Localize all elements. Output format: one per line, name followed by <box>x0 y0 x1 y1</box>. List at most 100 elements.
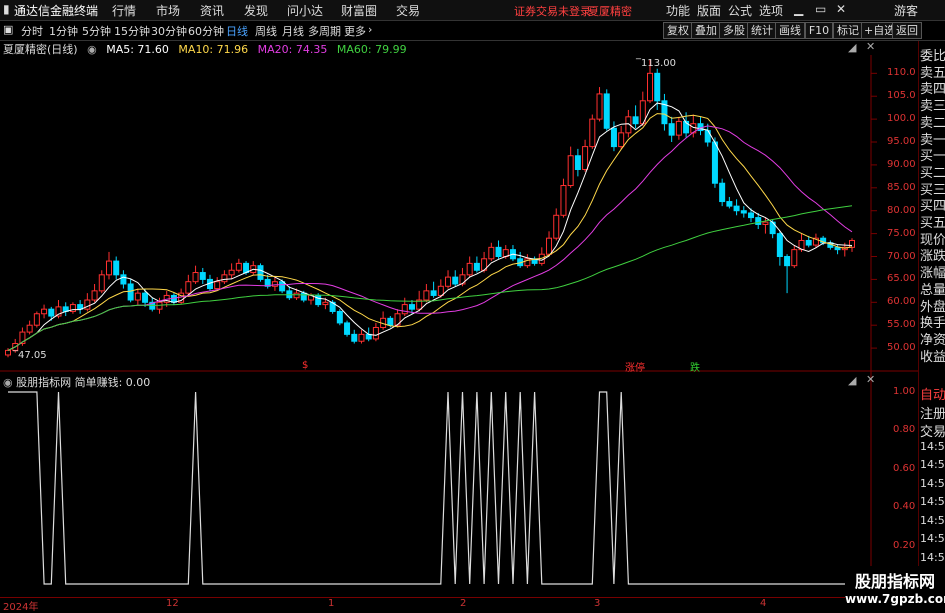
candle-body <box>733 205 740 212</box>
candle-body <box>445 276 452 287</box>
y-tick-8: 70.00 <box>887 250 916 262</box>
candle-body <box>654 72 661 102</box>
candle-body <box>495 246 502 258</box>
candle-body <box>48 308 55 317</box>
sub-collapse-icon[interactable]: ◢ <box>848 374 856 387</box>
x-label-mar: 3 <box>594 598 601 609</box>
candle-body <box>437 285 444 296</box>
y-tick-1: 105.0 <box>887 90 916 102</box>
panel-bottom-0[interactable]: 自动 <box>920 384 945 403</box>
candle-body <box>466 262 473 276</box>
x-label-dec: 12 <box>166 598 179 609</box>
candle-body <box>41 308 48 315</box>
panel-bottom-3: 14:56 <box>920 439 945 453</box>
y-tick-3: 95.00 <box>887 136 916 147</box>
marker-fall: 跌 <box>690 363 700 374</box>
y-tick-7: 75.00 <box>887 227 916 239</box>
y-tick-4: 90.00 <box>887 158 916 170</box>
candle-body <box>610 127 617 148</box>
candle-body <box>98 274 105 292</box>
price-chart[interactable] <box>0 0 918 609</box>
candle-body <box>805 239 812 246</box>
candle-body <box>372 326 379 340</box>
y-tick-6: 80.00 <box>887 204 916 216</box>
candle-body <box>358 333 365 342</box>
candle-body <box>488 246 495 260</box>
watermark-url: www.7gpzb.com <box>845 592 945 606</box>
candle-body <box>589 118 596 148</box>
candle-body <box>336 310 343 324</box>
candle-body <box>33 313 40 326</box>
watermark-title: 股朋指标网 <box>854 572 935 591</box>
panel-bottom-2[interactable]: 交易 <box>920 421 945 440</box>
candle-body <box>791 249 798 267</box>
sub-chart-header: ◉ 股朋指标网 简单赚钱: 0.00 <box>0 374 870 389</box>
signal-line <box>8 391 874 585</box>
candle-body <box>235 262 242 271</box>
quote-side-panel: 委比 卖五 卖四 卖三 卖二 卖一 买一 买二 买三 买四 买五 现价 涨跌 涨幅 总量 外盘 换手 净资 收益 自动… <box>918 41 945 609</box>
candle-body <box>279 281 286 292</box>
sub-close-icon[interactable]: ✕ <box>866 373 875 386</box>
panel-bottom-1[interactable]: 注册 <box>920 403 945 422</box>
candle-body <box>127 283 134 301</box>
candle-body <box>748 212 755 219</box>
sub-y-tick-4: 0.20 <box>893 539 916 551</box>
candle-body <box>344 322 351 335</box>
panel-bottom-6: 14:56 <box>920 495 945 508</box>
candle-body <box>603 93 610 129</box>
candle-body <box>408 304 415 310</box>
y-tick-0: 110.0 <box>887 67 916 79</box>
candle-body <box>322 301 329 306</box>
candle-body <box>185 281 192 294</box>
candle-body <box>675 120 682 136</box>
y-tick-2: 100.0 <box>887 113 916 125</box>
low-price-label: ‾47.05 <box>13 350 47 361</box>
watermark-logo: 股朋指标网 www.7gpzb.com <box>845 566 945 609</box>
candle-body <box>401 304 408 315</box>
x-label-apr: 4 <box>760 598 767 609</box>
candle-body <box>560 185 567 216</box>
sub-y-tick-0: 1.00 <box>893 386 916 397</box>
candle-body <box>430 290 437 296</box>
marker-dollar: $ <box>302 360 309 371</box>
x-label-jan: 1 <box>328 598 335 609</box>
candle-body <box>142 292 149 303</box>
candle-body <box>84 299 91 310</box>
candle-body <box>668 123 675 136</box>
candle-body <box>762 221 769 225</box>
candle-body <box>300 292 307 301</box>
candle-body <box>315 294 322 306</box>
sub-settings-icon[interactable]: ◉ <box>3 376 13 389</box>
candle-body <box>553 214 560 239</box>
candle-body <box>221 274 228 283</box>
marker-limit-up: 涨停 <box>625 363 645 374</box>
candle-body <box>567 155 574 187</box>
candle-body <box>423 290 430 301</box>
candle-body <box>776 233 783 258</box>
candle-body <box>271 281 278 287</box>
ma60-line <box>7 205 853 351</box>
candle-body <box>214 281 221 290</box>
candle-body <box>647 72 654 102</box>
y-tick-11: 55.00 <box>887 319 916 331</box>
x-label-feb: 2 <box>460 598 467 609</box>
indicator-value: 简单赚钱: 0.00 <box>74 376 151 389</box>
panel-bottom-4: 14:56 <box>920 458 945 471</box>
candle-body <box>228 269 235 276</box>
y-tick-12: 50.00 <box>887 342 916 354</box>
candle-body <box>473 262 480 271</box>
candle-body <box>120 274 127 285</box>
candle-body <box>105 260 112 276</box>
sub-y-tick-1: 0.80 <box>893 424 916 436</box>
candle-body <box>574 155 581 170</box>
candle-body <box>726 201 733 207</box>
y-tick-10: 60.00 <box>887 296 916 308</box>
ma10-line <box>7 113 853 351</box>
sub-y-tick-3: 0.40 <box>893 501 916 513</box>
candle-body <box>26 324 33 333</box>
panel-bottom-5: 14:56 <box>920 476 945 490</box>
candle-body <box>5 349 11 356</box>
candle-body <box>582 146 589 170</box>
candle-body <box>740 210 747 214</box>
ma20-line <box>7 125 853 351</box>
